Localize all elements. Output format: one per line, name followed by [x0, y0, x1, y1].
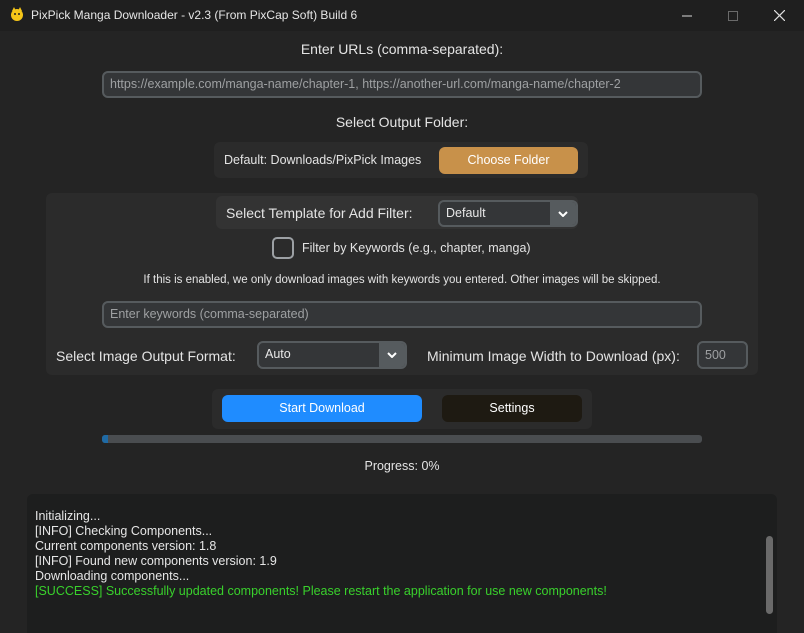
- urls-input[interactable]: https://example.com/manga-name/chapter-1…: [102, 71, 702, 98]
- maximize-button[interactable]: [710, 0, 756, 31]
- chevron-down-icon: [387, 352, 397, 358]
- log-line: Downloading components...: [35, 569, 190, 583]
- keywords-checkbox-label: Filter by Keywords (e.g., chapter, manga…: [302, 241, 531, 255]
- format-value: Auto: [265, 347, 291, 361]
- settings-button[interactable]: Settings: [442, 395, 582, 422]
- urls-placeholder: https://example.com/manga-name/chapter-1…: [110, 77, 621, 91]
- urls-label: Enter URLs (comma-separated):: [300, 41, 504, 57]
- template-dropdown-button[interactable]: [550, 202, 576, 225]
- min-width-placeholder: 500: [705, 348, 726, 362]
- log-line: Current components version: 1.8: [35, 539, 217, 553]
- format-dropdown[interactable]: Auto: [257, 341, 407, 369]
- chevron-down-icon: [558, 210, 568, 217]
- progress-fill: [102, 435, 108, 443]
- log-line: [INFO] Found new components version: 1.9: [35, 554, 277, 568]
- minimize-button[interactable]: [664, 0, 710, 31]
- title-bar: PixPick Manga Downloader - v2.3 (From Pi…: [0, 0, 804, 31]
- template-dropdown[interactable]: Default: [438, 200, 578, 227]
- progress-text: Progress: 0%: [364, 459, 440, 473]
- keywords-placeholder: Enter keywords (comma-separated): [110, 307, 309, 321]
- template-frame: Select Template for Add Filter: Default: [216, 196, 578, 229]
- template-label: Select Template for Add Filter:: [226, 205, 413, 221]
- actions-frame: Start Download Settings: [212, 389, 592, 429]
- choose-folder-button[interactable]: Choose Folder: [439, 147, 578, 174]
- maximize-icon: [728, 10, 738, 21]
- minimize-icon: [682, 15, 692, 16]
- log-line: [INFO] Checking Components...: [35, 524, 213, 538]
- window-title: PixPick Manga Downloader - v2.3 (From Pi…: [31, 8, 358, 22]
- log-line: Initializing...: [35, 509, 101, 523]
- min-width-input[interactable]: 500: [697, 341, 748, 369]
- main-window: Enter URLs (comma-separated): https://ex…: [0, 31, 804, 633]
- keywords-input[interactable]: Enter keywords (comma-separated): [102, 301, 702, 328]
- close-icon: [773, 10, 785, 21]
- app-logo-icon: [11, 7, 23, 21]
- keywords-checkbox[interactable]: [272, 237, 294, 259]
- format-dropdown-button[interactable]: [379, 343, 405, 367]
- start-download-button[interactable]: Start Download: [222, 395, 422, 422]
- close-button[interactable]: [756, 0, 802, 31]
- progress-bar: [102, 435, 702, 443]
- log-scrollbar[interactable]: [766, 536, 773, 614]
- filter-info-text: If this is enabled, we only download ima…: [143, 274, 661, 286]
- filter-panel: Select Template for Add Filter: Default …: [46, 193, 758, 375]
- output-folder-frame: Default: Downloads/PixPick Images Choose…: [214, 142, 588, 178]
- log-textbox[interactable]: Initializing... [INFO] Checking Componen…: [27, 494, 777, 633]
- log-success-line: [SUCCESS] Successfully updated component…: [35, 584, 607, 598]
- format-label: Select Image Output Format:: [56, 348, 236, 364]
- output-folder-label: Select Output Folder:: [335, 114, 469, 130]
- min-width-label: Minimum Image Width to Download (px):: [427, 348, 680, 364]
- template-value: Default: [446, 206, 486, 220]
- default-folder-text: Default: Downloads/PixPick Images: [224, 153, 422, 167]
